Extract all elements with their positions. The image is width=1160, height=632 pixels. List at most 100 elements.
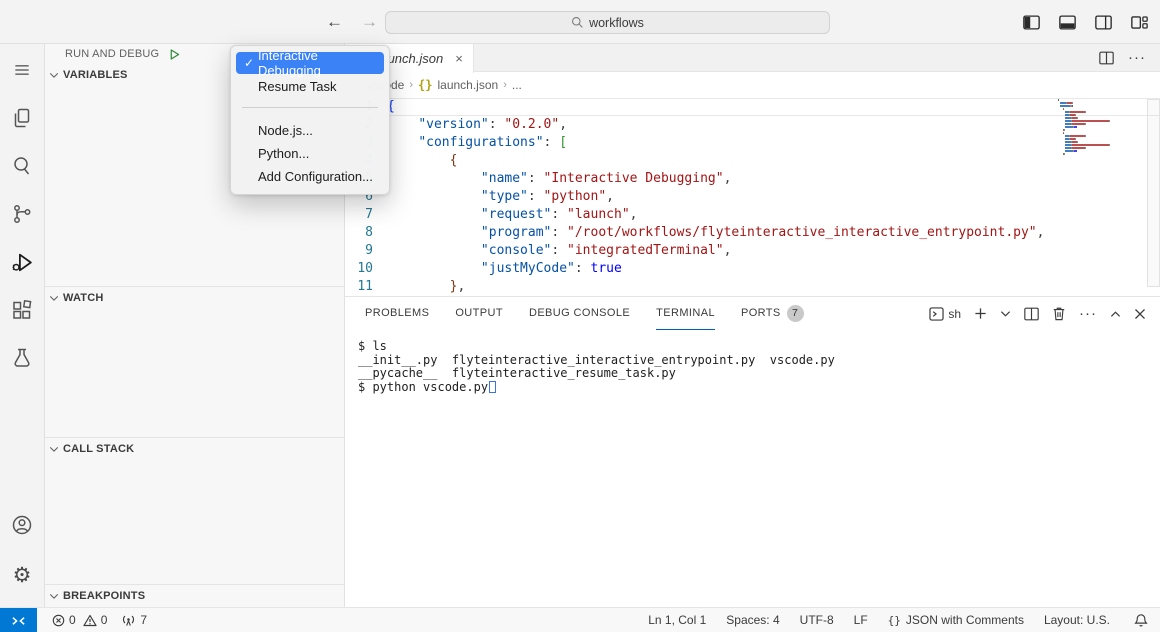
status-item-label: Spaces: 4	[726, 613, 779, 627]
panel-tab-label: PORTS	[741, 307, 781, 319]
code-text: "configurations": [	[387, 134, 567, 152]
maximize-panel-icon[interactable]	[1110, 310, 1121, 318]
kill-terminal-trash-icon[interactable]	[1052, 306, 1066, 321]
toggle-secondary-sidebar-icon[interactable]	[1092, 11, 1114, 33]
code-text: {	[387, 152, 457, 170]
status-item-spaces-4[interactable]: Spaces: 4	[720, 609, 785, 631]
extensions-icon[interactable]	[5, 292, 39, 328]
menu-icon[interactable]	[5, 52, 39, 88]
sidebar-section-call-stack: CALL STACK	[45, 437, 344, 584]
menu-item-interactive-debugging[interactable]: ✓Interactive Debugging	[236, 52, 384, 74]
code-line-4[interactable]: 4 {	[345, 152, 1160, 170]
menu-item-label: Python...	[258, 146, 309, 161]
breadcrumb-item[interactable]: ...	[512, 78, 522, 92]
menu-item-python[interactable]: ✓Python...	[236, 142, 384, 164]
panel-tab-label: DEBUG CONSOLE	[529, 307, 630, 319]
line-number: 9	[345, 242, 387, 260]
testing-icon[interactable]	[5, 340, 39, 376]
status-item-ln-1-col-1[interactable]: Ln 1, Col 1	[642, 609, 712, 631]
settings-gear-icon[interactable]: ⚙	[5, 557, 39, 593]
status-item-utf-8[interactable]: UTF-8	[794, 609, 840, 631]
section-label: CALL STACK	[63, 443, 134, 455]
line-number: 11	[345, 278, 387, 296]
section-header-breakpoints[interactable]: BREAKPOINTS	[45, 585, 344, 607]
section-label: VARIABLES	[63, 69, 128, 81]
code-editor[interactable]: 1{2 "version": "0.2.0",3 "configurations…	[345, 97, 1160, 296]
notifications-bell-icon[interactable]	[1128, 609, 1154, 631]
remote-indicator[interactable]	[0, 608, 37, 632]
editor-more-actions-icon[interactable]: ···	[1128, 49, 1146, 66]
debug-config-dropdown: ✓Interactive Debugging✓Resume Task ✓Node.…	[230, 45, 390, 195]
status-item-label: JSON with Comments	[906, 613, 1024, 627]
chevron-down-icon	[49, 446, 59, 453]
run-and-debug-icon[interactable]	[5, 244, 39, 280]
ports-badge: 7	[787, 305, 804, 322]
terminal-line: $ python vscode.py	[358, 381, 1160, 395]
minimap-line	[1058, 144, 1146, 146]
tab-close-icon[interactable]: ×	[455, 51, 463, 66]
start-debugging-icon[interactable]	[167, 47, 181, 61]
code-line-7[interactable]: 7 "request": "launch",	[345, 206, 1160, 224]
code-line-1[interactable]: 1{	[345, 98, 1160, 116]
status-item-layout-u-s[interactable]: Layout: U.S.	[1038, 609, 1116, 631]
error-count: 0	[69, 613, 76, 627]
panel-tab-output[interactable]: OUTPUT	[455, 297, 503, 330]
problems-status[interactable]: 0 0	[47, 609, 112, 631]
code-text: "console": "integratedTerminal",	[387, 242, 731, 260]
code-line-2[interactable]: 2 "version": "0.2.0",	[345, 116, 1160, 134]
toggle-panel-icon[interactable]	[1056, 11, 1078, 33]
code-line-10[interactable]: 10 "justMyCode": true	[345, 260, 1160, 278]
close-panel-icon[interactable]	[1134, 308, 1146, 320]
titlebar: ← → workflows	[0, 0, 1160, 44]
editor-scrollbar[interactable]	[1147, 99, 1160, 287]
menu-item-add-configuration[interactable]: ✓Add Configuration...	[236, 165, 384, 187]
terminal-shell-button[interactable]: sh	[929, 307, 961, 321]
panel-tab-terminal[interactable]: TERMINAL	[656, 297, 715, 330]
code-line-9[interactable]: 9 "console": "integratedTerminal",	[345, 242, 1160, 260]
menu-item-label: Node.js...	[258, 123, 313, 138]
sidebar-section-watch: WATCH	[45, 286, 344, 437]
panel-more-actions-icon[interactable]: ···	[1079, 305, 1097, 322]
code-line-3[interactable]: 3 "configurations": [	[345, 134, 1160, 152]
code-line-11[interactable]: 11 },	[345, 278, 1160, 296]
new-terminal-icon[interactable]	[974, 307, 987, 320]
source-control-icon[interactable]	[5, 196, 39, 232]
explorer-icon[interactable]	[5, 100, 39, 136]
shell-label: sh	[948, 307, 961, 321]
customize-layout-icon[interactable]	[1128, 11, 1150, 33]
nav-back-icon[interactable]: ←	[326, 12, 343, 32]
panel-tab-label: TERMINAL	[656, 307, 715, 319]
activity-bar: ⚙	[0, 44, 45, 607]
section-header-call-stack[interactable]: CALL STACK	[45, 438, 344, 460]
minimap-line	[1058, 153, 1146, 155]
split-editor-icon[interactable]	[1099, 51, 1114, 65]
search-view-icon[interactable]	[5, 148, 39, 184]
code-text: "name": "Interactive Debugging",	[387, 170, 731, 188]
code-line-8[interactable]: 8 "program": "/root/workflows/flyteinter…	[345, 224, 1160, 242]
section-label: BREAKPOINTS	[63, 590, 145, 602]
panel-tab-debug-console[interactable]: DEBUG CONSOLE	[529, 297, 630, 330]
breadcrumb-item[interactable]: launch.json	[437, 78, 498, 92]
minimap-line	[1058, 99, 1146, 101]
command-center-search[interactable]: workflows	[385, 11, 830, 34]
status-item-json-with-comments[interactable]: {}JSON with Comments	[882, 609, 1030, 631]
status-item-lf[interactable]: LF	[848, 609, 874, 631]
account-icon[interactable]	[5, 507, 39, 543]
panel-tab-problems[interactable]: PROBLEMS	[365, 297, 429, 330]
terminal-output[interactable]: $ ls__init__.py flyteinteractive_interac…	[345, 330, 1160, 607]
section-header-watch[interactable]: WATCH	[45, 287, 344, 309]
code-line-5[interactable]: 5 "name": "Interactive Debugging",	[345, 170, 1160, 188]
minimap-line	[1058, 135, 1146, 137]
split-terminal-icon[interactable]	[1024, 307, 1039, 321]
toggle-primary-sidebar-icon[interactable]	[1020, 11, 1042, 33]
nav-forward-icon[interactable]: →	[361, 12, 378, 32]
status-item-label: Ln 1, Col 1	[648, 613, 706, 627]
minimap[interactable]	[1058, 99, 1146, 156]
menu-item-resume-task[interactable]: ✓Resume Task	[236, 75, 384, 97]
vscode-window: ← → workflows	[0, 0, 1160, 632]
panel-tab-ports[interactable]: PORTS 7	[741, 297, 804, 330]
ports-status[interactable]: 7	[116, 609, 152, 631]
terminal-launch-chevron-icon[interactable]	[1000, 310, 1011, 318]
code-line-6[interactable]: 6 "type": "python",	[345, 188, 1160, 206]
menu-item-node-js[interactable]: ✓Node.js...	[236, 119, 384, 141]
